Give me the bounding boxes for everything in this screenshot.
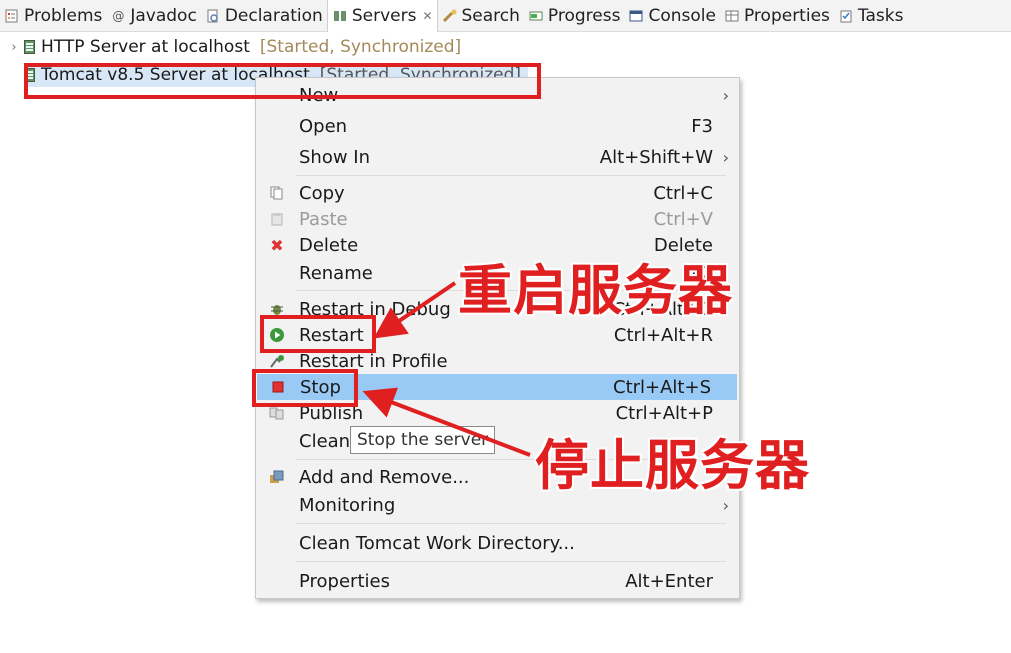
restart-arrow <box>373 281 457 339</box>
stop-arrow <box>362 387 531 457</box>
restart-annotation: 重启服务器 <box>458 259 733 322</box>
annotation-arrows <box>362 281 531 457</box>
stop-annotation: 停止服务器 <box>535 434 810 497</box>
